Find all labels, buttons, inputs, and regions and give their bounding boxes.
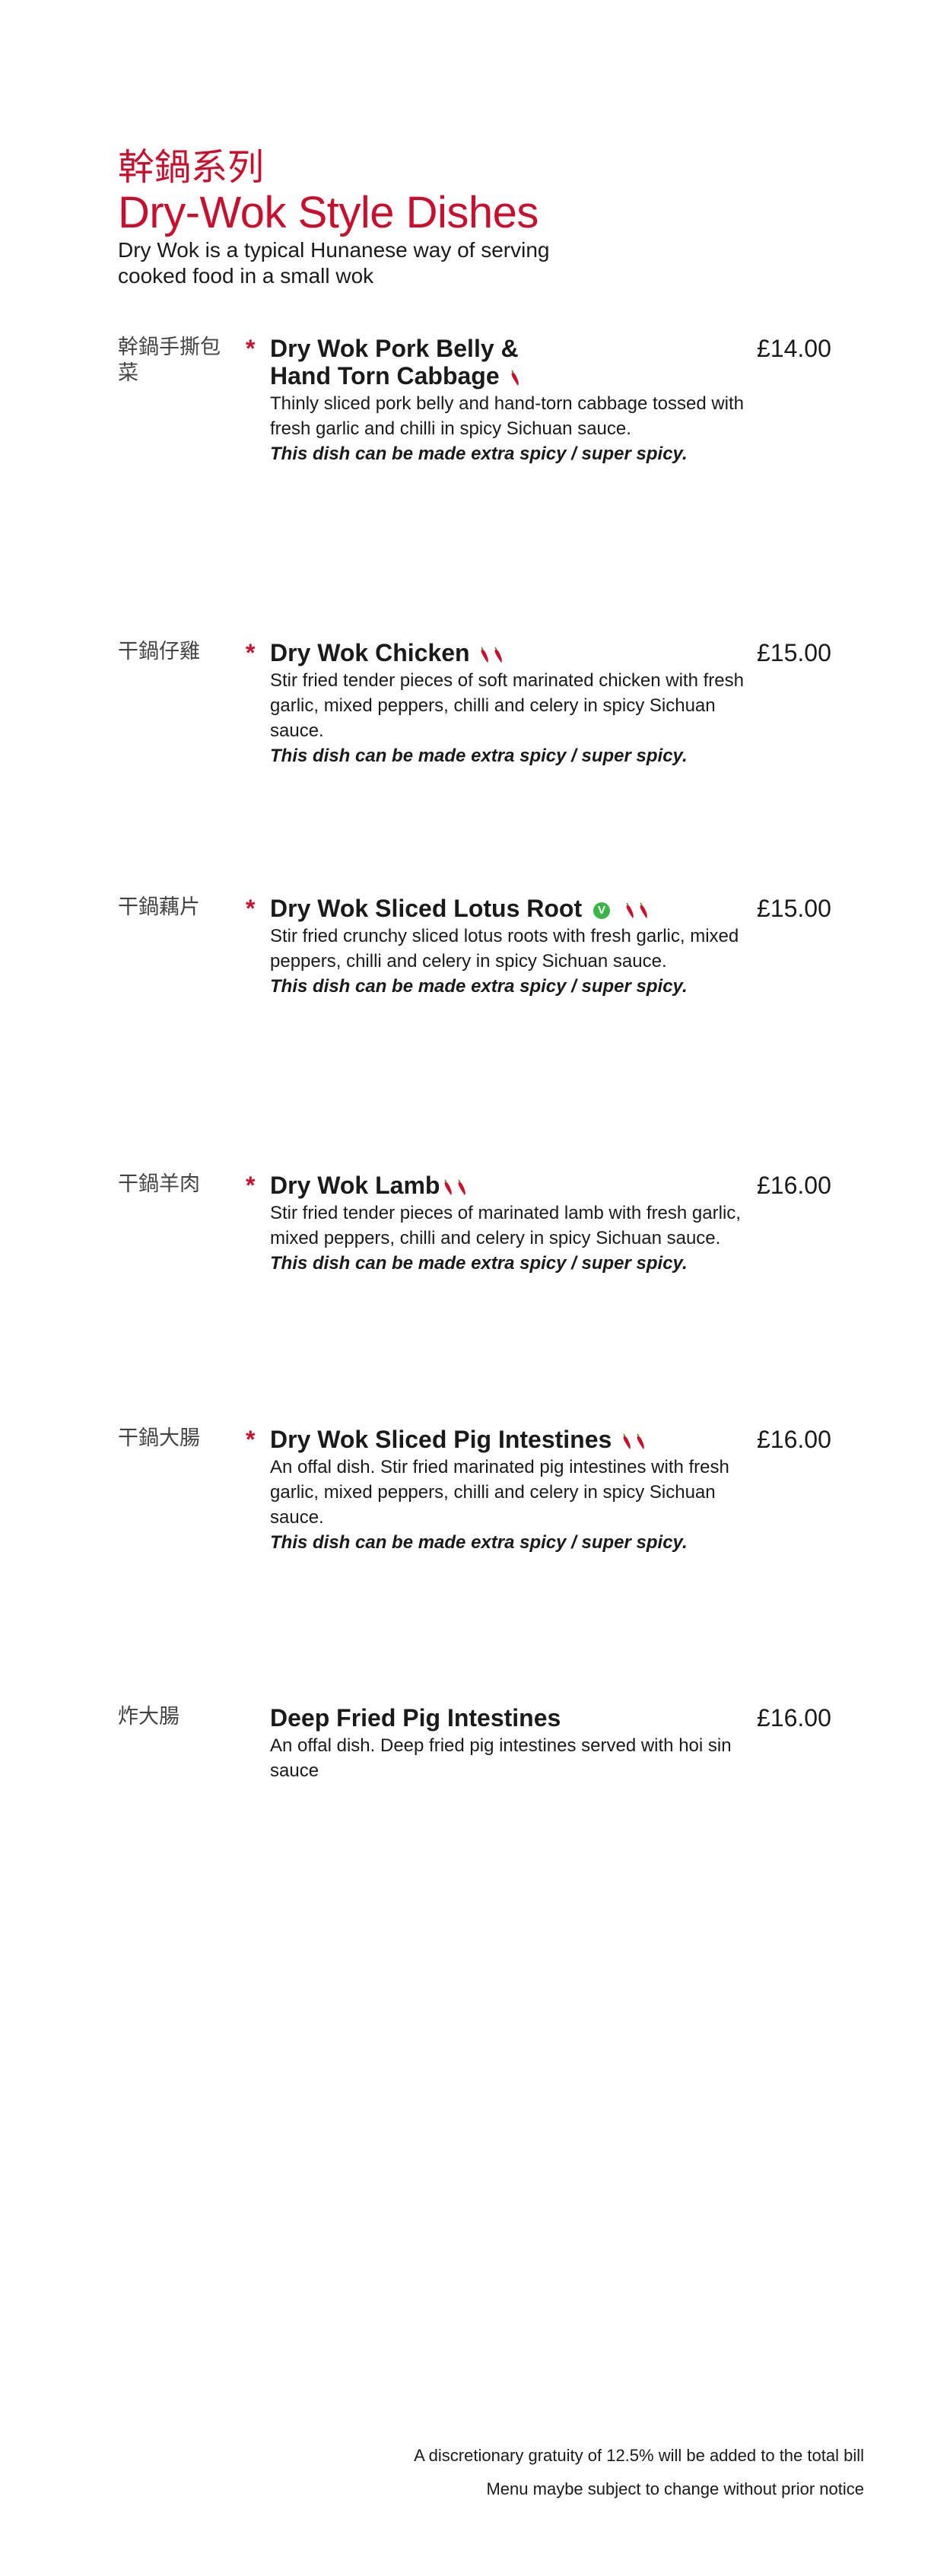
- dish-description: Stir fried tender pieces of soft marinat…: [270, 670, 744, 741]
- spice-note: This dish can be made extra spicy / supe…: [270, 746, 688, 766]
- spice-note: This dish can be made extra spicy / supe…: [270, 1253, 688, 1274]
- signature-star: *: [246, 335, 256, 362]
- dish-price: £15.00: [757, 639, 831, 666]
- dish-price: £14.00: [757, 335, 831, 362]
- dish-price: £16.00: [757, 1172, 831, 1199]
- chilli-icon: [626, 902, 634, 918]
- dish-details: Dry Wok Lamb Stir fried tender pieces of…: [270, 1172, 757, 1276]
- chilli-rating: [621, 895, 649, 922]
- dish-name: Dry Wok Sliced Pig Intestines: [270, 1426, 757, 1453]
- dish-name-text: Deep Fried Pig Intestines: [270, 1704, 561, 1732]
- dish-details: Dry Wok Sliced Pig Intestines An offal d…: [270, 1426, 757, 1555]
- dish-name-chinese: 干鍋大腸: [118, 1426, 200, 1450]
- dish-description: An offal dish. Deep fried pig intestines…: [270, 1735, 732, 1781]
- chilli-rating: [440, 1172, 467, 1199]
- section-title-english: Dry-Wok Style Dishes: [118, 188, 539, 237]
- chilli-icon: [444, 1179, 453, 1195]
- dish-name-text: Dry Wok Lamb: [270, 1172, 440, 1199]
- chilli-icon: [494, 647, 503, 663]
- chilli-rating: [507, 362, 520, 390]
- chilli-icon: [640, 902, 647, 918]
- chilli-icon: [623, 1433, 631, 1449]
- signature-star: *: [246, 895, 256, 922]
- dish-name: Deep Fried Pig Intestines: [270, 1704, 757, 1732]
- dish-name-chinese: 干鍋羊肉: [118, 1172, 200, 1196]
- dish-name-line1: Dry Wok Pork Belly &: [270, 335, 519, 362]
- dish-name: Dry Wok Chicken: [270, 639, 757, 666]
- chilli-icon: [637, 1433, 644, 1449]
- signature-star: *: [246, 1426, 256, 1453]
- dish-description: Stir fried tender pieces of marinated la…: [270, 1203, 741, 1248]
- spice-note: This dish can be made extra spicy / supe…: [270, 976, 688, 997]
- dish-details: Dry Wok Chicken Stir fried tender pieces…: [270, 639, 757, 768]
- dish-description: Thinly sliced pork belly and hand-torn c…: [270, 393, 745, 439]
- section-intro: Dry Wok is a typical Hunanese way of ser…: [118, 238, 550, 288]
- dish-name: Dry Wok Pork Belly & Hand Torn Cabbage: [270, 335, 757, 390]
- chilli-icon: [458, 1179, 466, 1195]
- dish-name-text: Dry Wok Sliced Lotus Root: [270, 895, 583, 922]
- chilli-rating: [476, 639, 504, 666]
- dish-details: Dry Wok Pork Belly & Hand Torn Cabbage T…: [270, 335, 757, 466]
- dish-name-chinese: 干鍋藕片: [118, 895, 200, 919]
- dish-price: £16.00: [757, 1704, 831, 1732]
- dish-name-chinese: 干鍋仔雞: [118, 640, 200, 663]
- menu-change-notice: Menu maybe subject to change without pri…: [486, 2479, 864, 2498]
- dish-name-chinese: 幹鍋手撕包菜: [118, 336, 221, 385]
- signature-star: *: [246, 1172, 256, 1199]
- dish-name-text: Dry Wok Chicken: [270, 639, 470, 666]
- chilli-rating: [618, 1426, 646, 1453]
- dish-price: £15.00: [757, 895, 831, 922]
- dish-name-line2: Hand Torn Cabbage: [270, 362, 500, 390]
- vegetarian-icon: V: [593, 902, 610, 919]
- dish-price: £16.00: [757, 1426, 831, 1453]
- signature-star: *: [246, 639, 256, 666]
- dish-name: Dry Wok Lamb: [270, 1172, 757, 1199]
- section-title-chinese: 幹鍋系列: [118, 146, 265, 189]
- dish-details: Dry Wok Sliced Lotus Root V Stir fried c…: [270, 895, 764, 999]
- dish-name-text: Dry Wok Sliced Pig Intestines: [270, 1426, 612, 1453]
- dish-name-chinese: 炸大腸: [118, 1705, 180, 1728]
- dish-description: An offal dish. Stir fried marinated pig …: [270, 1457, 729, 1528]
- dish-name: Dry Wok Sliced Lotus Root V: [270, 895, 764, 922]
- dish-description: Stir fried crunchy sliced lotus roots wi…: [270, 926, 739, 972]
- spice-note: This dish can be made extra spicy / supe…: [270, 1532, 688, 1553]
- dish-details: Deep Fried Pig Intestines An offal dish.…: [270, 1704, 757, 1783]
- menu-header: 幹鍋系列 Dry-Wok Style Dishes Dry Wok is a t…: [118, 146, 650, 289]
- spice-note: This dish can be made extra spicy / supe…: [270, 444, 688, 464]
- chilli-icon: [481, 647, 489, 663]
- chilli-icon: [510, 370, 519, 386]
- gratuity-notice: A discretionary gratuity of 12.5% will b…: [414, 2446, 864, 2465]
